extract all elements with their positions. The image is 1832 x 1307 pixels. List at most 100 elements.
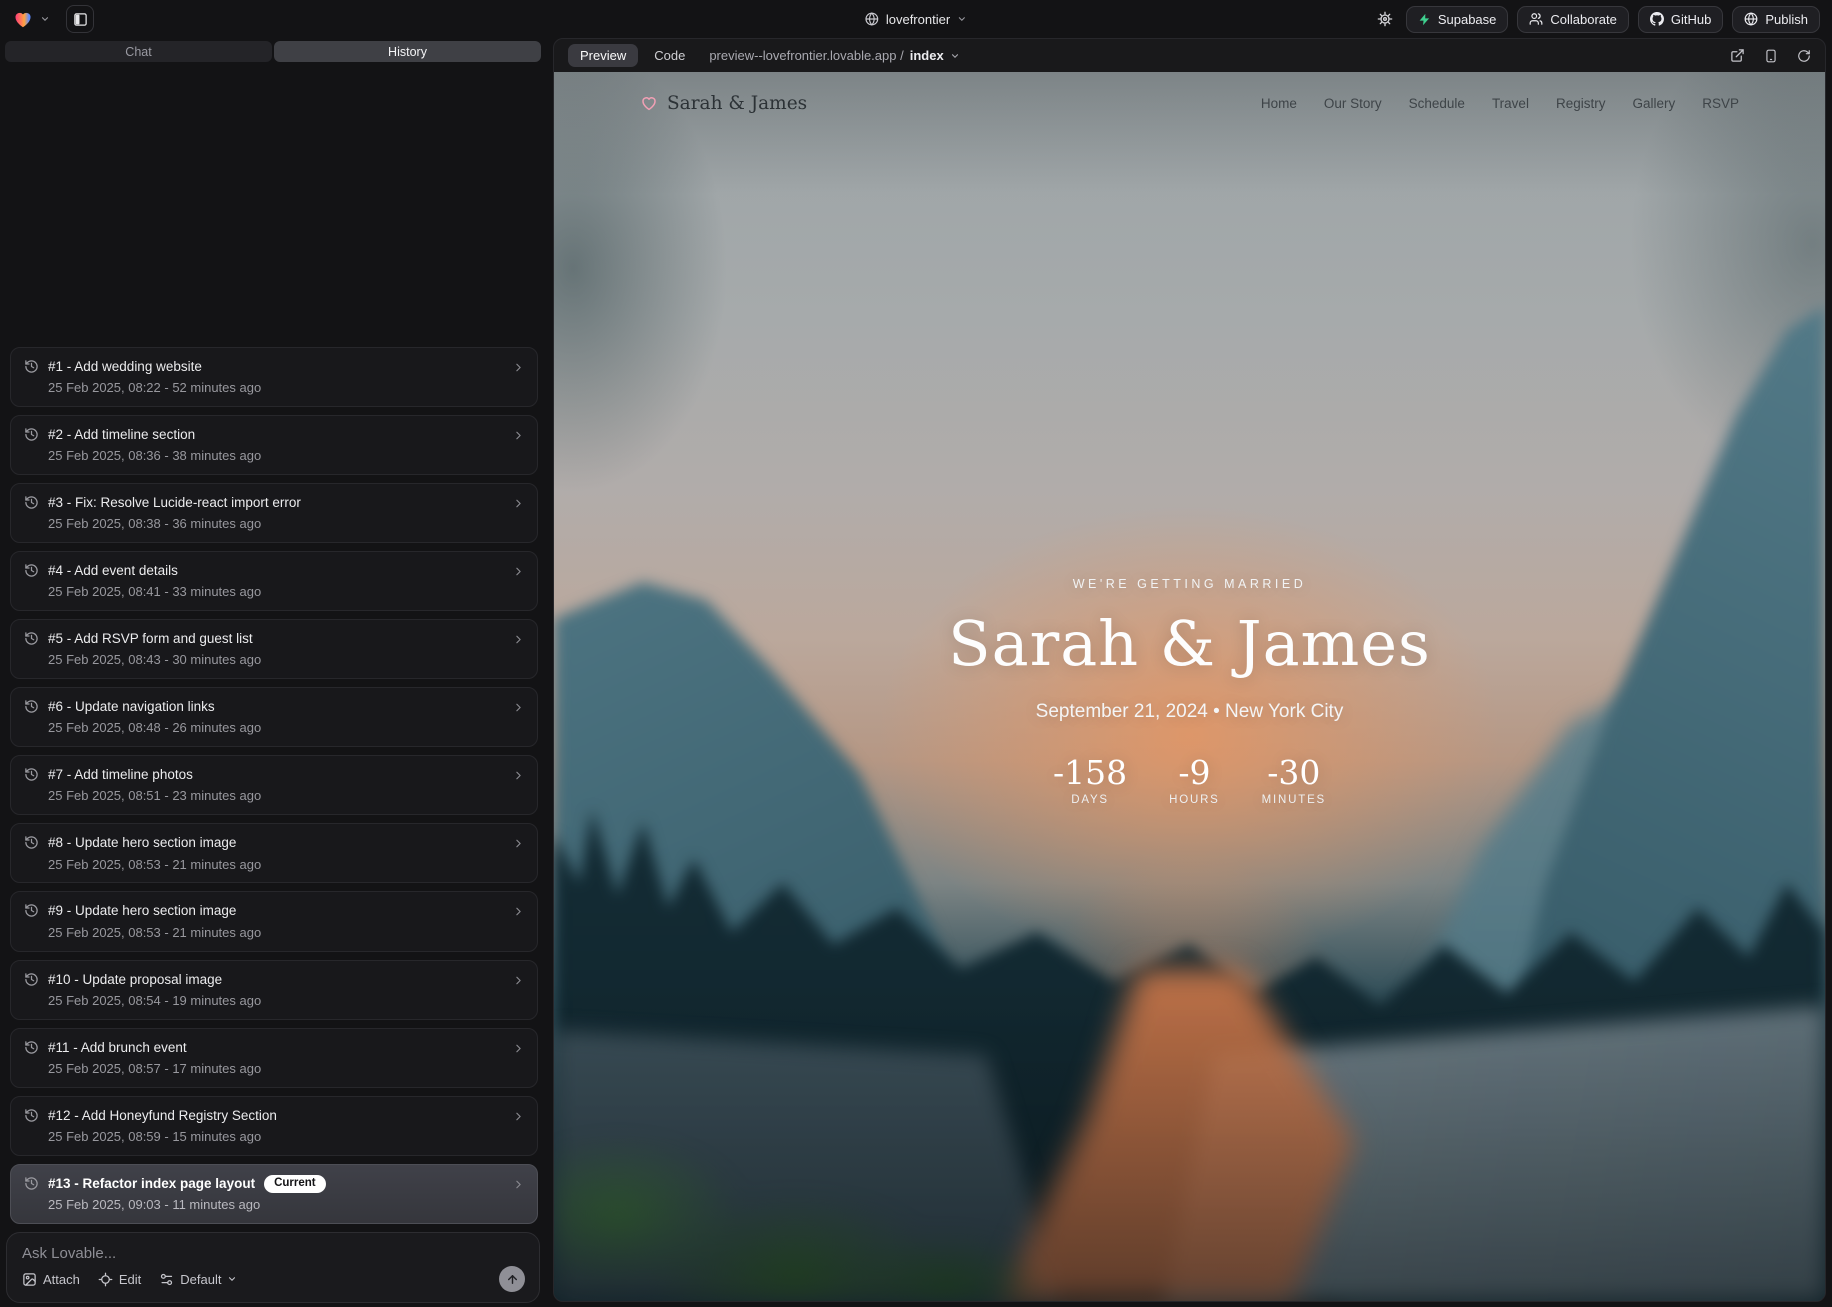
settings-button[interactable] [1373,7,1397,31]
history-item[interactable]: #13 - Refactor index page layout Current… [10,1164,538,1224]
tab-code[interactable]: Code [654,48,685,63]
select-element-icon [98,1272,113,1287]
history-item-meta: 25 Feb 2025, 08:22 - 52 minutes ago [48,380,512,397]
lovable-app-window: lovefrontier Supabase Collaborate [0,0,1832,1307]
chevron-right-icon [512,1178,525,1191]
topbar-actions: Supabase Collaborate GitHub Publish [1373,6,1820,33]
history-icon [24,427,39,442]
history-item[interactable]: #12 - Add Honeyfund Registry Section 25 … [10,1096,538,1156]
collaborate-label: Collaborate [1550,12,1617,27]
send-button[interactable] [499,1266,525,1292]
history-item-title: #10 - Update proposal image [48,971,222,989]
open-in-new-tab-button[interactable] [1730,48,1745,63]
history-item[interactable]: #11 - Add brunch event 25 Feb 2025, 08:5… [10,1028,538,1088]
nav-link[interactable]: Travel [1492,96,1529,111]
panel-left-icon [73,12,88,27]
tab-history[interactable]: History [274,41,541,62]
nav-link[interactable]: Our Story [1324,96,1382,111]
edit-label: Edit [119,1272,141,1287]
history-item-body: #4 - Add event details 25 Feb 2025, 08:4… [48,562,512,601]
history-item-body: #10 - Update proposal image 25 Feb 2025,… [48,971,512,1010]
refresh-button[interactable] [1797,49,1811,63]
nav-link[interactable]: Gallery [1632,96,1675,111]
nav-link[interactable]: Schedule [1409,96,1465,111]
history-item-meta: 25 Feb 2025, 08:53 - 21 minutes ago [48,925,512,942]
preview-panel: Preview Code preview--lovefrontier.lovab… [553,38,1826,1302]
globe-icon [865,12,879,26]
history-item[interactable]: #2 - Add timeline section 25 Feb 2025, 0… [10,415,538,475]
history-item[interactable]: #3 - Fix: Resolve Lucide-react import er… [10,483,538,543]
history-item-meta: 25 Feb 2025, 08:41 - 33 minutes ago [48,584,512,601]
history-item-title: #3 - Fix: Resolve Lucide-react import er… [48,494,301,512]
toggle-sidebar-button[interactable] [66,5,94,33]
history-item[interactable]: #10 - Update proposal image 25 Feb 2025,… [10,960,538,1020]
history-item-title: #2 - Add timeline section [48,426,195,444]
chevron-right-icon [512,701,525,714]
site-nav: Home Our Story Schedule Travel Registry Galle… [1261,96,1739,111]
history-item[interactable]: #5 - Add RSVP form and guest list 25 Feb… [10,619,538,679]
history-item-title: #6 - Update navigation links [48,698,215,716]
collaborate-button[interactable]: Collaborate [1517,6,1629,33]
edit-button[interactable]: Edit [98,1272,141,1287]
history-item-title: #8 - Update hero section image [48,834,236,852]
preview-url[interactable]: preview--lovefrontier.lovable.app / inde… [709,48,959,63]
history-item[interactable]: #7 - Add timeline photos 25 Feb 2025, 08… [10,755,538,815]
lovable-logo-heart-icon[interactable] [12,8,34,30]
chat-composer: Attach Edit Default [6,1232,540,1303]
smartphone-icon [1764,49,1778,63]
history-item-meta: 25 Feb 2025, 08:53 - 21 minutes ago [48,857,512,874]
wedding-site-preview: Sarah & James Home Our Story Schedule Trave… [554,72,1825,1301]
history-item-meta: 25 Feb 2025, 08:59 - 15 minutes ago [48,1129,512,1146]
countdown-unit: -30 MINUTES [1262,756,1326,806]
history-item[interactable]: #9 - Update hero section image 25 Feb 20… [10,891,538,951]
history-icon [24,1108,39,1123]
nav-link[interactable]: Registry [1556,96,1606,111]
mobile-view-button[interactable] [1764,49,1778,63]
hero-content: WE'RE GETTING MARRIED Sarah & James Sept… [554,577,1825,806]
supabase-button[interactable]: Supabase [1406,6,1509,33]
history-icon [24,903,39,918]
project-chevron-down-icon [957,14,967,24]
chevron-right-icon [512,1042,525,1055]
chevron-right-icon [512,905,525,918]
ask-lovable-input[interactable] [22,1245,525,1262]
countdown-value: -9 [1178,756,1210,789]
github-button[interactable]: GitHub [1638,6,1723,33]
hero-title: Sarah & James [948,607,1431,680]
nav-link[interactable]: Home [1261,96,1297,111]
history-item[interactable]: #8 - Update hero section image 25 Feb 20… [10,823,538,883]
tab-chat[interactable]: Chat [5,41,272,62]
history-item-body: #9 - Update hero section image 25 Feb 20… [48,902,512,941]
countdown-value: -158 [1053,756,1127,789]
history-item[interactable]: #6 - Update navigation links 25 Feb 2025… [10,687,538,747]
publish-globe-icon [1744,12,1758,26]
history-item[interactable]: #1 - Add wedding website 25 Feb 2025, 08… [10,347,538,407]
countdown: -158 DAYS -9 HOURS -30 MINUTES [1053,756,1326,806]
nav-link[interactable]: RSVP [1702,96,1739,111]
countdown-label: DAYS [1071,794,1109,806]
history-item[interactable]: #4 - Add event details 25 Feb 2025, 08:4… [10,551,538,611]
preview-url-base: preview--lovefrontier.lovable.app / [709,48,903,63]
history-item-body: #6 - Update navigation links 25 Feb 2025… [48,698,512,737]
mode-label: Default [180,1272,221,1287]
history-item-meta: 25 Feb 2025, 08:38 - 36 minutes ago [48,516,512,533]
countdown-label: HOURS [1169,794,1220,806]
project-switcher[interactable]: lovefrontier [865,0,967,38]
history-icon [24,563,39,578]
history-item-body: #2 - Add timeline section 25 Feb 2025, 0… [48,426,512,465]
history-item-meta: 25 Feb 2025, 08:54 - 19 minutes ago [48,993,512,1010]
composer-actions: Attach Edit Default [22,1266,525,1292]
publish-button[interactable]: Publish [1732,6,1820,33]
history-list: #1 - Add wedding website 25 Feb 2025, 08… [0,62,546,1224]
site-brand[interactable]: Sarah & James [640,93,807,114]
history-item-meta: 25 Feb 2025, 08:57 - 17 minutes ago [48,1061,512,1078]
tab-preview[interactable]: Preview [568,44,638,67]
site-header: Sarah & James Home Our Story Schedule Trave… [554,72,1825,134]
mode-select[interactable]: Default [159,1272,237,1287]
supabase-label: Supabase [1438,12,1497,27]
hero-date-location: September 21, 2024 • New York City [1036,701,1344,723]
logo-menu-chevron-down-icon[interactable] [40,14,50,24]
history-icon [24,767,39,782]
topbar: lovefrontier Supabase Collaborate [0,0,1832,38]
attach-button[interactable]: Attach [22,1272,80,1287]
